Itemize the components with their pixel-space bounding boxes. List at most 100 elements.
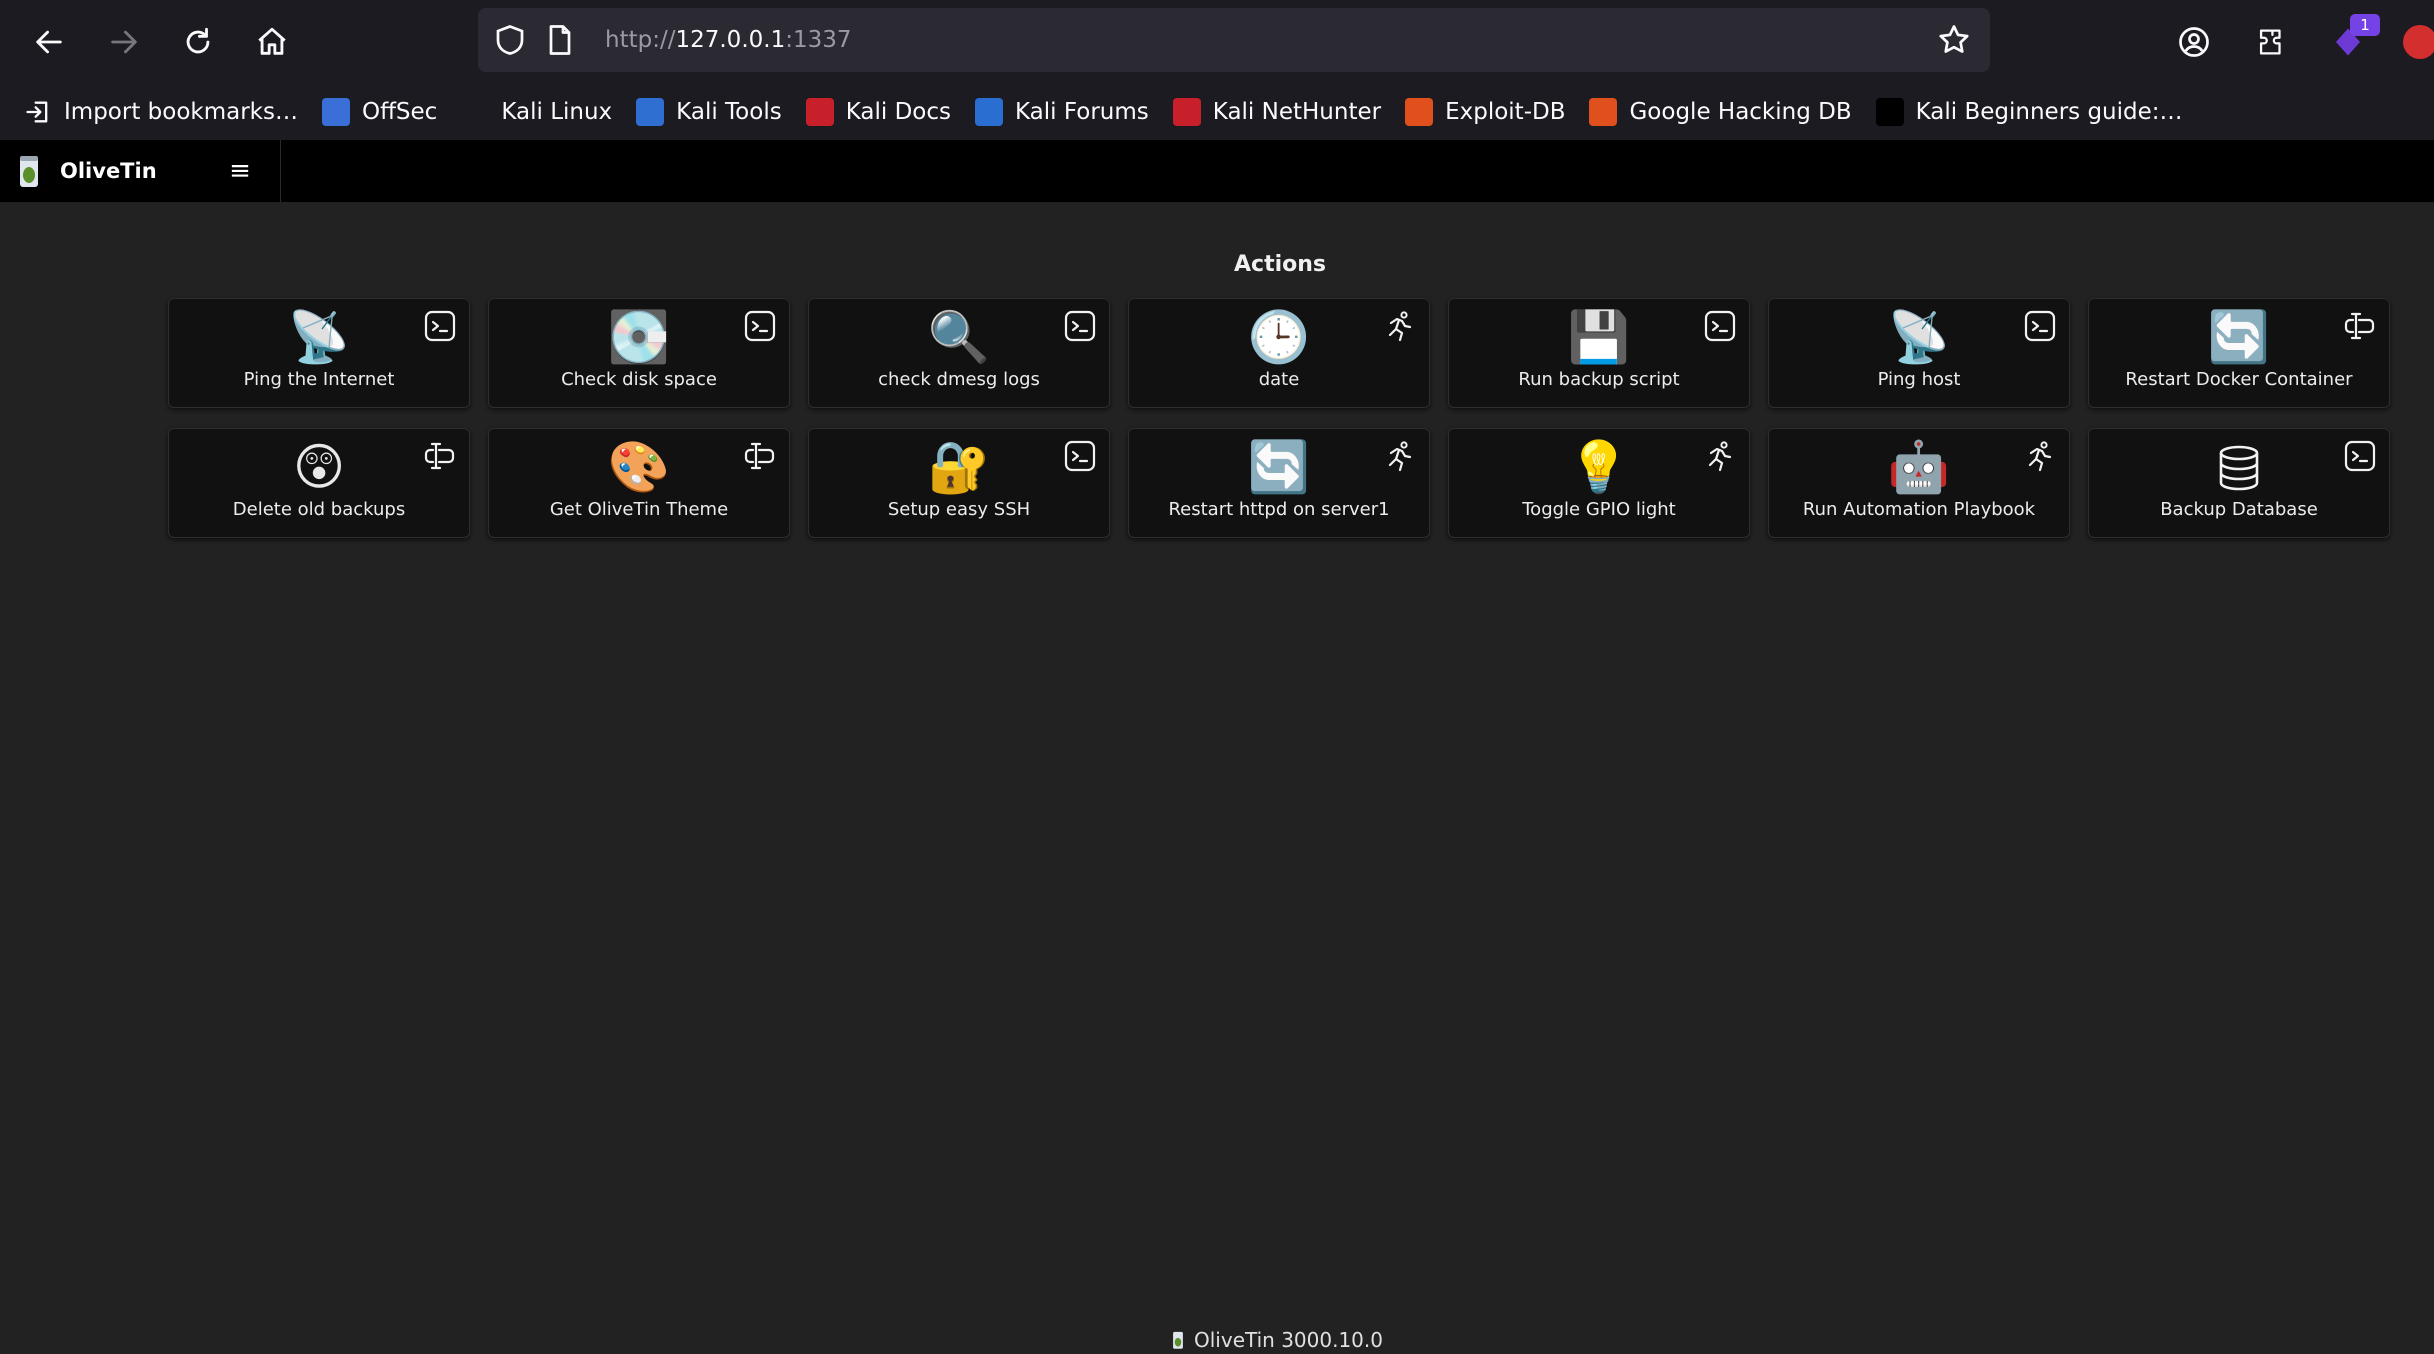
bookmark-item[interactable]: Google Hacking DB	[1579, 91, 1863, 133]
olivetin-logo-icon	[20, 156, 38, 187]
action-label: Backup Database	[2160, 499, 2318, 520]
extension-badge: 1	[2350, 14, 2380, 36]
terminal-icon	[1063, 309, 1097, 343]
reload-button[interactable]	[170, 14, 226, 70]
action-label: Ping host	[1877, 369, 1961, 390]
url-bar[interactable]: http://127.0.0.1:1337	[478, 8, 1990, 72]
shield-icon[interactable]	[492, 22, 528, 58]
bookmark-label: Kali Linux	[501, 99, 613, 125]
offsec-icon	[321, 98, 350, 126]
bookmark-label: Kali Docs	[845, 99, 951, 125]
reload-icon	[186, 27, 210, 54]
action-label: Restart httpd on server1	[1168, 499, 1390, 520]
action-button[interactable]: 📡 Ping host	[1768, 298, 2070, 408]
kali-forums-icon	[974, 98, 1003, 126]
terminal-icon	[743, 309, 777, 343]
bookmark-label: OffSec	[361, 99, 438, 125]
action-button[interactable]: 🔄 Restart Docker Container	[2088, 298, 2390, 408]
input-icon	[423, 439, 457, 473]
hamburger-menu-icon[interactable]: ≡	[226, 157, 254, 185]
input-icon	[743, 439, 777, 473]
action-button[interactable]: 💡 Toggle GPIO light	[1448, 428, 1750, 538]
action-label: Run backup script	[1518, 369, 1680, 390]
bookmark-item[interactable]: OffSec	[312, 91, 449, 133]
running-icon	[1383, 309, 1417, 343]
action-label: Check disk space	[561, 369, 717, 390]
ghdb-icon	[1589, 98, 1618, 126]
action-button[interactable]: 😲 Delete old backups	[168, 428, 470, 538]
running-icon	[1703, 439, 1737, 473]
bookmark-label: Google Hacking DB	[1629, 99, 1852, 125]
action-label: Run Automation Playbook	[1802, 499, 2036, 520]
action-label: check dmesg logs	[878, 369, 1040, 390]
action-button[interactable]: 🔄 Restart httpd on server1	[1128, 428, 1430, 538]
home-button[interactable]	[244, 14, 300, 70]
back-arrow-icon	[36, 30, 62, 54]
action-button[interactable]: 💾 Run backup script	[1448, 298, 1750, 408]
running-icon	[2023, 439, 2057, 473]
terminal-icon	[2023, 309, 2057, 343]
bookmark-item[interactable]: Kali Forums	[965, 91, 1161, 133]
bookmark-item[interactable]: Import bookmarks…	[14, 91, 310, 133]
footer-version[interactable]: OliveTin 3000.10.0	[1194, 1328, 1383, 1352]
bookmark-label: Kali Beginners guide:…	[1915, 99, 2183, 125]
bookmark-item[interactable]: Kali Beginners guide:…	[1866, 91, 2195, 133]
kali-docs-icon	[805, 98, 834, 126]
action-button[interactable]: 🔍 check dmesg logs	[808, 298, 1110, 408]
bookmark-item[interactable]: Kali Linux	[451, 91, 624, 133]
bookmark-label: Kali Forums	[1014, 99, 1149, 125]
app-title[interactable]: OliveTin	[60, 140, 157, 202]
exploit-db-icon	[1405, 98, 1434, 126]
action-button[interactable]: 🎨 Get OliveTin Theme	[488, 428, 790, 538]
bookmark-item[interactable]: Kali Docs	[796, 91, 963, 133]
bookmark-item[interactable]: Exploit-DB	[1395, 91, 1577, 133]
terminal-icon	[2343, 439, 2377, 473]
action-label: Ping the Internet	[243, 369, 395, 390]
input-icon	[2343, 309, 2377, 343]
action-label: Toggle GPIO light	[1522, 499, 1676, 520]
bookmark-item[interactable]: Kali Tools	[626, 91, 794, 133]
back-button[interactable]	[21, 14, 77, 70]
action-button[interactable]: 📡 Ping the Internet	[168, 298, 470, 408]
forward-arrow-icon	[111, 30, 137, 54]
adblock-button[interactable]	[2400, 16, 2434, 68]
account-button[interactable]	[2168, 16, 2220, 68]
bookmark-label: Kali NetHunter	[1212, 99, 1382, 125]
action-label: Restart Docker Container	[2125, 369, 2353, 390]
bookmark-item[interactable]: Kali NetHunter	[1163, 91, 1393, 133]
bookmark-label: Kali Tools	[676, 99, 782, 125]
action-label: Delete old backups	[232, 499, 406, 520]
bookmark-star-icon[interactable]	[1936, 22, 1972, 58]
terminal-icon	[423, 309, 457, 343]
url-text[interactable]: http://127.0.0.1:1337	[605, 8, 852, 72]
section-title: Actions	[1234, 252, 1326, 277]
puzzle-icon	[2259, 29, 2281, 55]
brand: OliveTin ≡	[0, 140, 281, 202]
action-label: Setup easy SSH	[887, 499, 1031, 520]
bookmark-label: Exploit-DB	[1445, 99, 1566, 125]
browser-toolbar: http://127.0.0.1:1337 1	[0, 0, 2434, 84]
import-icon	[24, 98, 52, 126]
adblock-icon	[2403, 25, 2434, 59]
bookmark-label: Import bookmarks…	[64, 99, 298, 125]
action-button[interactable]: 🤖 Run Automation Playbook	[1768, 428, 2070, 538]
bookmarks-toolbar: Import bookmarks… OffSec Kali Linux Kali To…	[0, 84, 2434, 140]
forward-button[interactable]	[96, 14, 152, 70]
action-label: Get OliveTin Theme	[549, 499, 729, 520]
nethunter-icon	[1172, 98, 1201, 126]
action-button[interactable]: Backup Database	[2088, 428, 2390, 538]
action-button[interactable]: 🕒 date	[1128, 298, 1430, 408]
extensions-button[interactable]	[2245, 16, 2297, 68]
running-icon	[1383, 439, 1417, 473]
action-button[interactable]: 🔐 Setup easy SSH	[808, 428, 1110, 538]
page-icon[interactable]	[542, 22, 578, 58]
terminal-icon	[1703, 309, 1737, 343]
medium-icon	[1875, 98, 1904, 126]
kali-dragon-icon	[461, 98, 490, 126]
terminal-icon	[1063, 439, 1097, 473]
home-icon	[258, 27, 286, 55]
action-label: date	[1258, 369, 1300, 390]
account-icon	[2179, 27, 2209, 57]
action-button[interactable]: 💽 Check disk space	[488, 298, 790, 408]
kali-tools-icon	[636, 98, 665, 126]
